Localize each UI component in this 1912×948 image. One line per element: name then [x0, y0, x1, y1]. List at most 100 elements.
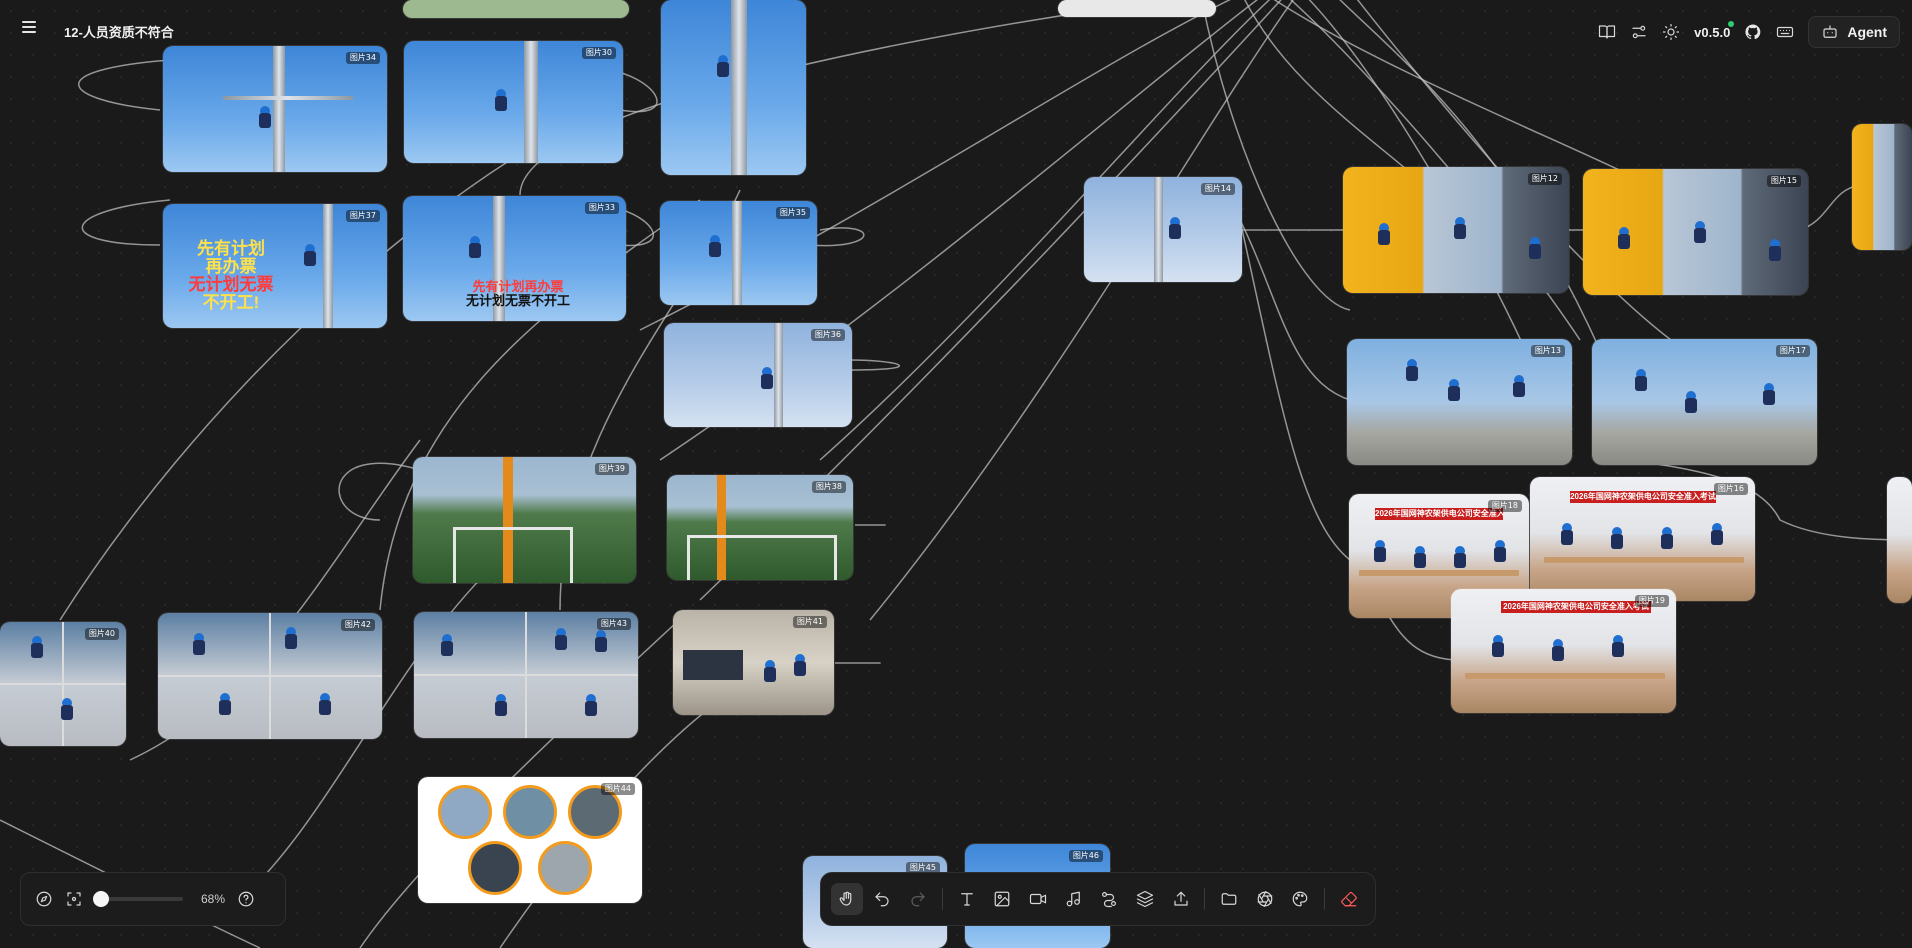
image-icon [995, 891, 1010, 907]
version-label: v0.5.0 [1694, 20, 1735, 40]
image-badge: 图片43 [596, 618, 631, 630]
image-card-14[interactable]: 图片14 [1084, 177, 1242, 282]
image-tool[interactable] [987, 883, 1019, 915]
eraser-icon [1341, 891, 1357, 907]
image-card-41[interactable]: 图片41 [673, 610, 834, 715]
image-card-33[interactable]: 先有计划再办票 无计划无票不开工 图片33 [403, 196, 626, 321]
toolbar-divider [1204, 888, 1206, 910]
status-dot [1728, 20, 1735, 27]
toolbar-divider [1324, 888, 1326, 910]
image-badge: 图片17 [1775, 345, 1810, 357]
image-card-17[interactable]: 图片17 [1592, 339, 1817, 465]
image-card-43[interactable]: 图片43 [414, 612, 638, 738]
image-badge: 图片34 [345, 52, 380, 64]
undo-button[interactable] [867, 883, 899, 915]
image-badge: 图片42 [340, 619, 375, 631]
fit-view-icon[interactable] [65, 890, 83, 908]
menu-button[interactable] [22, 19, 40, 35]
hand-tool[interactable] [831, 883, 863, 915]
image-card-35[interactable]: 图片35 [660, 201, 817, 305]
hand-icon [839, 891, 852, 906]
image-badge: 图片18 [1487, 500, 1522, 512]
image-card-15[interactable]: 图片15 [1583, 169, 1808, 295]
image-badge: 图片40 [84, 628, 119, 640]
help-icon[interactable] [237, 890, 255, 908]
zoom-slider[interactable] [92, 891, 183, 907]
image-card-19[interactable]: 2026年国网神农架供电公司安全准入考试 图片19 [1451, 589, 1676, 713]
image-badge: 图片14 [1200, 183, 1235, 195]
slogan-line: 无计划无票不开工 [465, 292, 570, 308]
image-card-top-people[interactable] [1058, 0, 1216, 17]
image-card-top-partial[interactable] [403, 0, 629, 18]
image-card-left-edge[interactable]: 图片40 [0, 622, 126, 746]
slogan-line: 不开工! [202, 292, 260, 312]
upload-icon [1173, 891, 1188, 906]
text-icon [960, 893, 973, 906]
image-card-44[interactable]: 图片44 [418, 777, 642, 903]
slogan-line: 无计划无票 [188, 274, 274, 294]
redo-icon [911, 892, 925, 907]
image-card-38[interactable]: 图片38 [667, 475, 853, 580]
connect-tool[interactable] [1093, 883, 1125, 915]
slogan-line: 再办票 [205, 256, 257, 276]
keyboard-icon[interactable] [1776, 23, 1794, 41]
image-badge: 图片39 [594, 463, 629, 475]
image-card-37[interactable]: 先有计划 再办票 无计划无票 不开工! 图片37 [163, 204, 387, 328]
image-card-42[interactable]: 图片42 [158, 613, 382, 739]
sliders-icon[interactable] [1630, 23, 1648, 41]
image-card-climber-tall[interactable] [661, 0, 806, 175]
image-badge: 图片46 [1068, 850, 1103, 862]
layers-tool[interactable] [1129, 883, 1161, 915]
version-text: v0.5.0 [1694, 24, 1731, 40]
image-card-34[interactable]: 图片34 [163, 46, 387, 172]
aperture-icon [1257, 890, 1273, 908]
music-icon [1066, 891, 1080, 907]
image-badge: 图片16 [1713, 483, 1748, 495]
zoom-panel: 68% [20, 872, 286, 926]
image-card-12[interactable]: 图片12 [1343, 167, 1569, 293]
bottom-toolbar [820, 872, 1376, 926]
eraser-tool[interactable] [1333, 883, 1365, 915]
undo-icon [875, 892, 890, 907]
bot-icon [1823, 25, 1837, 38]
sun-icon[interactable] [1662, 23, 1680, 41]
image-badge: 图片15 [1766, 175, 1801, 187]
slogan-line: 先有计划 [197, 239, 265, 258]
zoom-slider-handle[interactable] [92, 891, 109, 907]
image-card-13[interactable]: 图片13 [1347, 339, 1572, 465]
text-tool[interactable] [951, 883, 983, 915]
image-badge: 图片44 [600, 783, 635, 795]
image-card-36[interactable]: 图片36 [664, 323, 852, 427]
agent-label: Agent [1847, 24, 1887, 40]
image-badge: 图片30 [581, 47, 616, 59]
redo-button[interactable] [902, 883, 934, 915]
image-badge: 图片37 [345, 210, 380, 222]
image-card-30[interactable]: 图片30 [404, 41, 623, 163]
layers-icon [1136, 890, 1154, 908]
book-icon[interactable] [1598, 23, 1616, 41]
zoom-value: 68% [201, 892, 226, 906]
image-badge: 图片38 [811, 481, 846, 493]
exam-banner: 2026年国网神农架供电公司安全准入考试 [1570, 491, 1716, 503]
image-badge: 图片35 [775, 207, 810, 219]
palette-tool[interactable] [1285, 883, 1317, 915]
image-badge: 图片12 [1527, 173, 1562, 185]
audio-tool[interactable] [1058, 883, 1090, 915]
agent-button[interactable]: Agent [1808, 16, 1900, 48]
compass-icon[interactable] [35, 890, 53, 908]
image-badge: 图片33 [584, 202, 619, 214]
image-card-16[interactable]: 2026年国网神农架供电公司安全准入考试 图片16 [1530, 477, 1755, 601]
video-tool[interactable] [1022, 883, 1054, 915]
slogan-line: 先有计划再办票 [472, 279, 564, 294]
image-badge: 图片41 [792, 616, 827, 628]
github-icon[interactable] [1744, 23, 1762, 41]
image-card-edge-right[interactable] [1852, 124, 1912, 250]
top-toolbar: v0.5.0 Agent [1598, 14, 1900, 50]
open-folder-tool[interactable] [1213, 883, 1245, 915]
image-badge: 图片13 [1530, 345, 1565, 357]
upload-tool[interactable] [1165, 883, 1197, 915]
aperture-tool[interactable] [1249, 883, 1281, 915]
toolbar-divider [941, 888, 943, 910]
image-card-39[interactable]: 图片39 [413, 457, 636, 583]
image-card-edge-right-2[interactable] [1887, 477, 1912, 603]
